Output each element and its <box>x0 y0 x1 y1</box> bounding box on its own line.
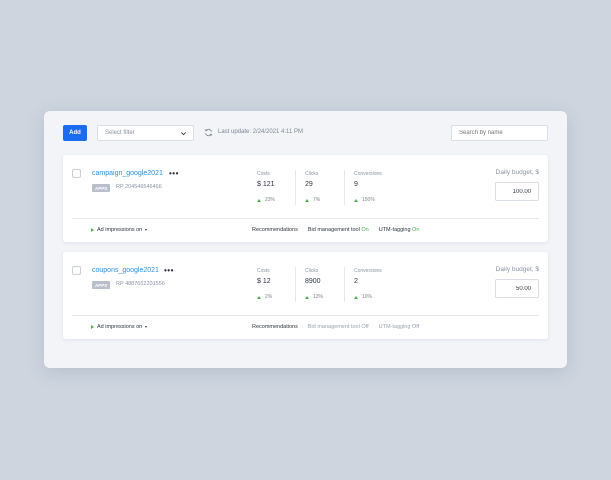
metric-delta: 2% <box>257 294 272 300</box>
metric-label: Conversions <box>354 171 382 177</box>
metric-label: Costs <box>257 268 270 274</box>
metric-delta: 10% <box>354 294 382 300</box>
campaign-card: coupons_google2021 ••• APPS RP 488765220… <box>63 252 548 339</box>
metric-costs: Costs $ 12 2% <box>257 268 272 300</box>
utm-tagging-link[interactable]: UTM-tagging On <box>379 227 420 233</box>
utm-tagging-status: On <box>412 227 420 233</box>
metric-value: 2 <box>354 278 358 285</box>
metric-label: Clicks <box>305 171 319 177</box>
refresh-icon[interactable] <box>204 128 213 137</box>
divider <box>295 267 296 302</box>
metric-value: 9 <box>354 181 358 188</box>
caret-down-icon <box>145 326 148 328</box>
utm-tagging-link[interactable]: UTM-tagging Off <box>379 324 420 330</box>
utm-tagging-status: Off <box>411 324 420 330</box>
recommendations-link[interactable]: Recommendations <box>252 227 298 233</box>
daily-budget-label: Daily budget, $ <box>495 266 539 273</box>
metric-delta: 7% <box>305 197 320 203</box>
divider <box>295 170 296 205</box>
trend-up-icon <box>257 295 261 299</box>
daily-budget-label: Daily budget, $ <box>495 169 539 176</box>
campaign-name-link[interactable]: coupons_google2021 <box>92 267 159 274</box>
play-icon <box>91 325 94 329</box>
chevron-down-icon <box>181 132 186 136</box>
metric-delta: 150% <box>354 197 382 203</box>
divider <box>72 218 539 219</box>
daily-budget-input[interactable] <box>495 279 539 298</box>
ad-impressions-toggle[interactable]: Ad impressions on <box>91 324 148 330</box>
metric-label: Costs <box>257 171 270 177</box>
metric-conversions: Conversions 2 10% <box>354 268 382 300</box>
trend-up-icon <box>305 198 309 202</box>
metric-conversions: Conversions 9 150% <box>354 171 382 203</box>
campaign-name-link[interactable]: campaign_google2021 <box>92 170 163 177</box>
campaigns-panel: Add Select filter Last update: 2/24/2021… <box>44 111 567 368</box>
filter-select[interactable]: Select filter <box>97 125 194 141</box>
metric-costs: Costs $ 121 23% <box>257 171 275 203</box>
campaign-rp-id: RP 204546546466 <box>116 184 162 190</box>
daily-budget-input[interactable] <box>495 182 539 201</box>
bid-management-status: Off <box>361 324 369 330</box>
last-update-text: Last update: 2/24/2021 4:11 PM <box>218 129 303 135</box>
metric-clicks: Clicks 8900 13% <box>305 268 323 300</box>
campaign-checkbox[interactable] <box>72 169 81 178</box>
campaign-card: campaign_google2021 ••• APPS RP 20454654… <box>63 155 548 242</box>
toolbar: Add Select filter Last update: 2/24/2021… <box>63 125 548 141</box>
campaign-rp-id: RP 4887652201556 <box>116 281 165 287</box>
filter-placeholder: Select filter <box>105 130 135 136</box>
metric-value: $ 12 <box>257 278 271 285</box>
recommendations-link[interactable]: Recommendations <box>252 324 298 330</box>
trend-up-icon <box>354 198 358 202</box>
ad-impressions-toggle[interactable]: Ad impressions on <box>91 227 148 233</box>
add-button[interactable]: Add <box>63 125 87 141</box>
bid-management-link[interactable]: Bid management tool Off <box>308 324 369 330</box>
card-footer-links: Recommendations Bid management tool Off … <box>252 324 429 330</box>
divider <box>344 267 345 302</box>
metric-delta: 23% <box>257 197 275 203</box>
metric-clicks: Clicks 29 7% <box>305 171 320 203</box>
metric-value: 8900 <box>305 278 321 285</box>
more-options-icon[interactable]: ••• <box>169 169 179 178</box>
metric-label: Conversions <box>354 268 382 274</box>
metric-label: Clicks <box>305 268 319 274</box>
apps-badge: APPS <box>92 184 111 192</box>
campaign-checkbox[interactable] <box>72 266 81 275</box>
trend-up-icon <box>305 295 309 299</box>
metric-value: 29 <box>305 181 313 188</box>
divider <box>344 170 345 205</box>
trend-up-icon <box>257 198 261 202</box>
bid-management-link[interactable]: Bid management tool On <box>308 227 369 233</box>
bid-management-status: On <box>361 227 369 233</box>
trend-up-icon <box>354 295 358 299</box>
apps-badge: APPS <box>92 281 111 289</box>
play-icon <box>91 228 94 232</box>
card-footer-links: Recommendations Bid management tool On U… <box>252 227 429 233</box>
more-options-icon[interactable]: ••• <box>164 266 174 275</box>
metric-value: $ 121 <box>257 181 275 188</box>
caret-down-icon <box>145 229 148 231</box>
metric-delta: 13% <box>305 294 323 300</box>
divider <box>72 315 539 316</box>
search-input[interactable] <box>451 125 548 141</box>
